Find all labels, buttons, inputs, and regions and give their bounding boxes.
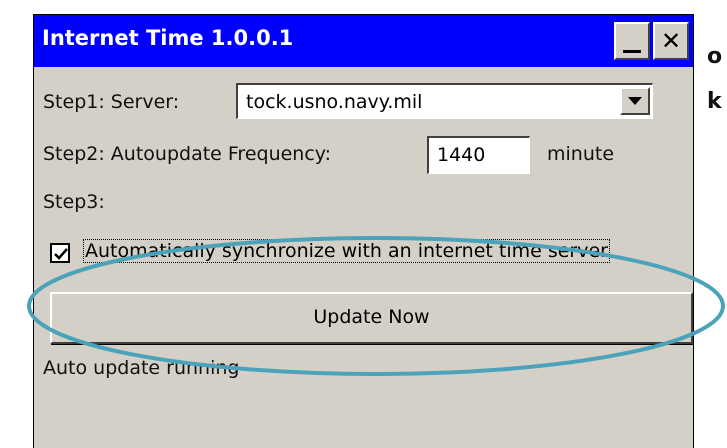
status-text: Auto update running: [43, 357, 240, 379]
auto-sync-row[interactable]: Automatically synchronize with an intern…: [50, 237, 680, 267]
chevron-down-icon: [628, 97, 642, 105]
checkmark-icon: [54, 248, 68, 260]
step1-server-label: Step1: Server:: [43, 91, 180, 113]
server-dropdown[interactable]: tock.usno.navy.mil: [236, 83, 653, 119]
auto-sync-checkbox[interactable]: [50, 243, 70, 263]
dropdown-button[interactable]: [620, 87, 650, 115]
update-now-label: Update Now: [313, 306, 430, 328]
minimize-button[interactable]: [614, 22, 650, 60]
title-bar[interactable]: Internet Time 1.0.0.1 ✕: [34, 15, 693, 67]
update-now-button[interactable]: Update Now: [50, 292, 693, 344]
close-button[interactable]: ✕: [653, 22, 689, 60]
minute-unit-label: minute: [547, 143, 615, 165]
frequency-input[interactable]: 1440: [427, 136, 530, 174]
minimize-icon: [623, 50, 641, 53]
window-title: Internet Time 1.0.0.1: [42, 26, 294, 50]
step2-frequency-label: Step2: Autoupdate Frequency:: [43, 143, 332, 165]
close-icon: ✕: [660, 27, 682, 55]
auto-sync-label[interactable]: Automatically synchronize with an intern…: [83, 239, 610, 263]
background-text-fragment: k: [707, 89, 722, 114]
internet-time-window: Internet Time 1.0.0.1 ✕ Step1: Server: t…: [33, 14, 694, 448]
background-text-fragment: o: [707, 44, 723, 69]
step3-label: Step3:: [43, 191, 105, 213]
server-value: tock.usno.navy.mil: [246, 91, 423, 113]
